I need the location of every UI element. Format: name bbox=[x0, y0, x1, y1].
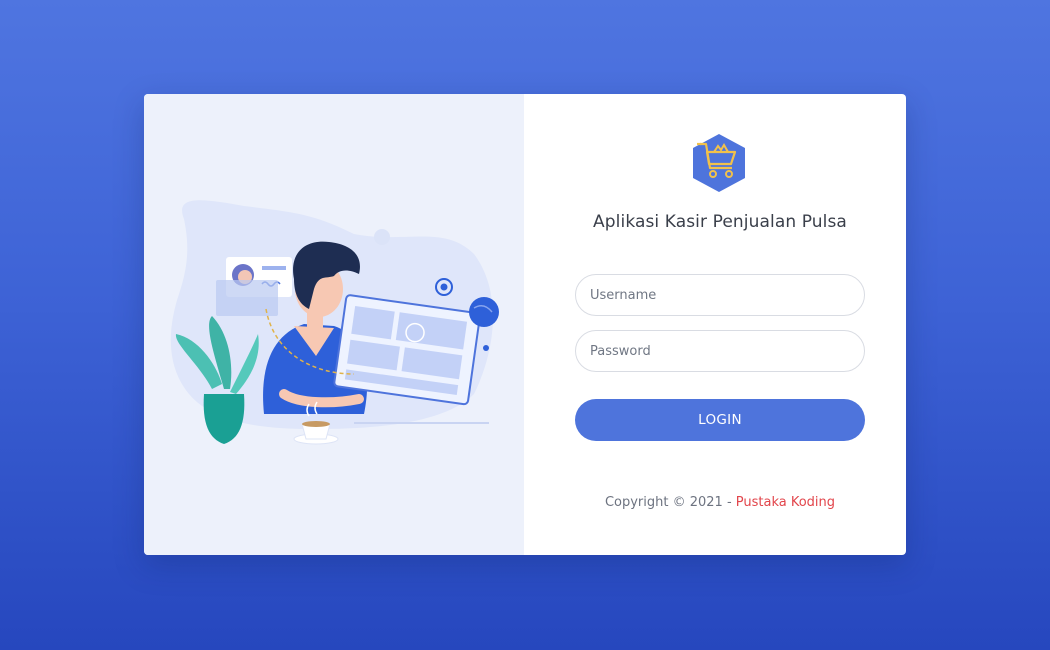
shopping-cart-hexagon-icon bbox=[693, 134, 745, 192]
username-input[interactable] bbox=[575, 274, 865, 316]
app-title: Aplikasi Kasir Penjualan Pulsa bbox=[593, 212, 847, 232]
copyright-text: Copyright © 2021 - bbox=[604, 495, 736, 510]
person-working-on-tablet-illustration bbox=[170, 200, 499, 445]
login-form-panel: Aplikasi Kasir Penjualan Pulsa LOGIN Cop… bbox=[524, 94, 906, 555]
password-input[interactable] bbox=[575, 330, 865, 372]
login-card: Aplikasi Kasir Penjualan Pulsa LOGIN Cop… bbox=[144, 94, 906, 555]
illustration-panel bbox=[144, 94, 524, 555]
copyright-footer: Copyright © 2021 - Pustaka Koding bbox=[524, 495, 906, 510]
login-button[interactable]: LOGIN bbox=[575, 399, 865, 441]
brand-link[interactable]: Pustaka Koding bbox=[736, 495, 835, 510]
